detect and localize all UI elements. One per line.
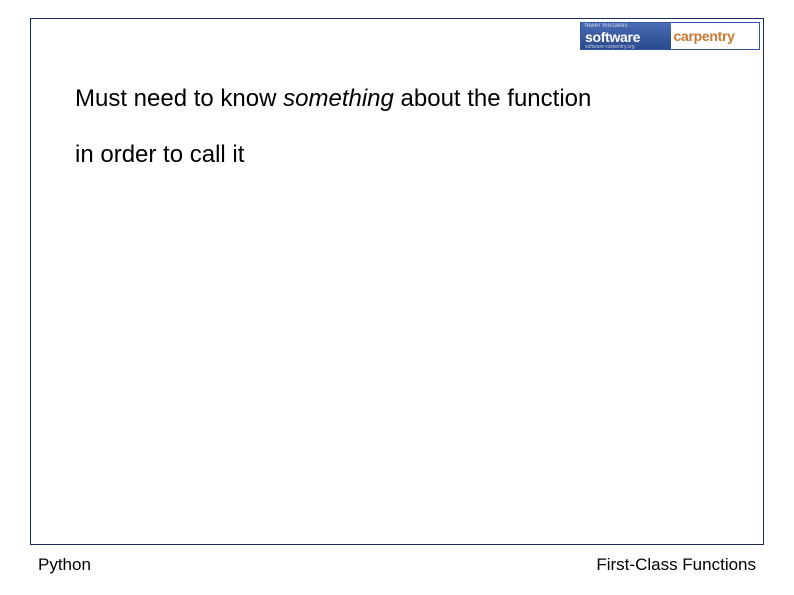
content-line-1: Must need to know something about the fu… xyxy=(75,82,734,116)
logo-carpentry-text: carpentry xyxy=(674,28,735,44)
content-line-1-suffix: about the function xyxy=(394,85,591,112)
logo-software-text: software xyxy=(585,30,671,44)
slide-content: Must need to know something about the fu… xyxy=(75,82,734,193)
footer-left: Python xyxy=(38,555,91,575)
logo: fewer mistakes software software-carpent… xyxy=(580,22,760,50)
logo-tagline: fewer mistakes xyxy=(585,23,671,29)
slide-footer: Python First-Class Functions xyxy=(38,555,756,575)
footer-right: First-Class Functions xyxy=(596,555,756,575)
logo-url: software-carpentry.org xyxy=(585,45,671,50)
logo-right-panel: carpentry xyxy=(671,23,760,49)
content-line-1-prefix: Must need to know xyxy=(75,85,283,112)
logo-left-panel: fewer mistakes software software-carpent… xyxy=(581,23,671,49)
content-line-1-italic: something xyxy=(283,85,394,112)
content-line-2: in order to call it xyxy=(75,138,734,172)
